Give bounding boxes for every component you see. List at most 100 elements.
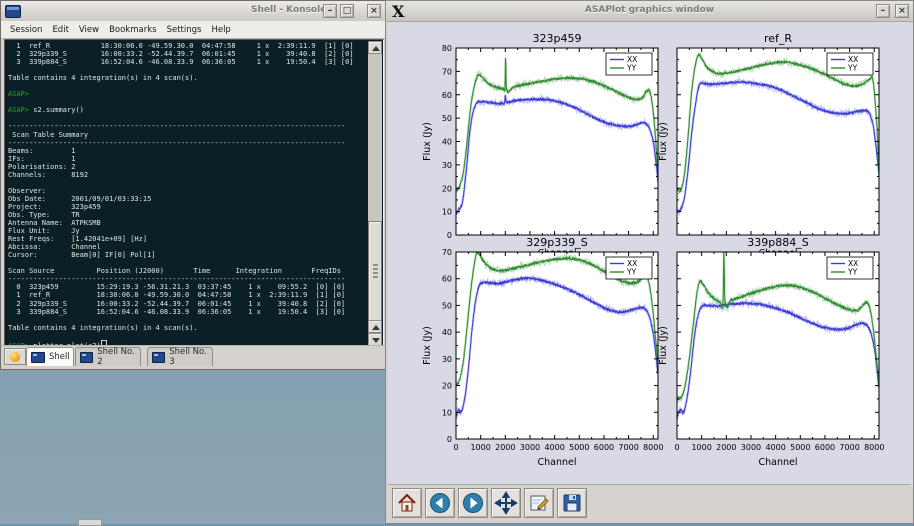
figure-canvas[interactable]: ChannelChannel01020304050607080323p459Fl… [388, 22, 913, 486]
terminal-line: ----------------------------------------… [8, 122, 367, 130]
asaplot-titlebar[interactable]: X ASAPlot graphics window – × [386, 1, 913, 22]
legend-label-yy: YY [847, 268, 858, 277]
y-tick-label: 60 [442, 275, 452, 284]
terminal-tab-icon [152, 352, 165, 363]
new-session-button[interactable] [4, 348, 26, 365]
axes-background [456, 252, 658, 439]
terminal-line [8, 98, 367, 106]
forward-icon [461, 491, 485, 515]
y-tick-label: 20 [442, 184, 452, 193]
y-tick-label: 10 [442, 408, 452, 417]
terminal-output: 1 ref_R 18:30:06.0 -49.59.30.0 04:47:58 … [8, 42, 367, 347]
x-tick-label: 5000 [569, 443, 589, 452]
figure-svg: ChannelChannel01020304050607080323p459Fl… [388, 22, 913, 486]
x-tick-label: 2000 [495, 443, 515, 452]
home-icon [395, 491, 419, 515]
back-button[interactable] [425, 488, 455, 518]
plot-toolbar [388, 484, 911, 521]
terminal-scrollbar[interactable] [368, 41, 382, 346]
x-tick-label: 4000 [544, 443, 564, 452]
y-tick-label: 0 [447, 231, 452, 240]
plot-close-button[interactable]: × [895, 4, 909, 18]
panel-peek [78, 519, 102, 526]
terminal-line: Flux Unit: Jy [8, 227, 367, 235]
save-icon [560, 491, 584, 515]
close-button[interactable]: × [367, 4, 381, 18]
tab-shell[interactable]: Shell [26, 347, 74, 366]
terminal-line: 1 ref_R 18:30:06.0 -49.59.30.0 04:47:58 … [8, 291, 367, 299]
legend: XXYY [606, 257, 652, 279]
subplot-323p459: 01020304050607080323p459Flux (Jy)XXYY [422, 32, 658, 240]
y-axis-label: Flux (Jy) [658, 122, 669, 161]
terminal-line [8, 259, 367, 267]
terminal-line: Scan Source Position (J2000) Time Integr… [8, 267, 367, 275]
y-tick-label: 70 [442, 67, 452, 76]
asaplot-title: ASAPlot graphics window [585, 5, 714, 15]
x-tick-label: 3000 [741, 443, 761, 452]
scrollbar-thumb[interactable] [368, 221, 382, 321]
chart-title: 323p459 [533, 32, 582, 45]
y-axis-label: Flux (Jy) [422, 326, 433, 365]
pan-icon [494, 491, 518, 515]
scroll-up-button[interactable] [368, 41, 382, 54]
terminal-line: Antenna Name: ATPKSMB [8, 219, 367, 227]
x-tick-label: 8000 [643, 443, 663, 452]
terminal-line: 2 329p339_S 16:00:33.2 -52.44.39.7 06:01… [8, 300, 367, 308]
save-button[interactable] [557, 488, 587, 518]
menu-item-view[interactable]: View [74, 23, 104, 37]
terminal-viewport[interactable]: 1 ref_R 18:30:06.0 -49.59.30.0 04:47:58 … [4, 39, 384, 348]
terminal-line [8, 66, 367, 74]
y-tick-label: 10 [442, 208, 452, 217]
maximize-button[interactable]: □ [340, 4, 354, 18]
scroll-up-button-2[interactable] [368, 320, 382, 333]
x-tick-label: 8000 [864, 443, 884, 452]
menu-item-help[interactable]: Help [206, 23, 235, 37]
konsole-app-icon [5, 5, 21, 18]
back-icon [428, 491, 452, 515]
menu-item-edit[interactable]: Edit [47, 23, 73, 37]
menu-item-settings[interactable]: Settings [162, 23, 207, 37]
terminal-line: 2 329p339_S 16:00:33.2 -52.44.39.7 06:01… [8, 50, 367, 58]
chart-title: 339p884_S [747, 236, 808, 249]
forward-button[interactable] [458, 488, 488, 518]
terminal-line: Table contains 4 integration(s) in 4 sca… [8, 324, 367, 332]
terminal-line: 3 339p884_S 16:52:04.6 -46.08.33.9 06:36… [8, 58, 367, 66]
x-axis-label: Channel [758, 457, 797, 468]
new-session-icon [10, 352, 20, 362]
terminal-line: ----------------------------------------… [8, 275, 367, 283]
configure-subplots-button[interactable] [524, 488, 554, 518]
terminal-line: Polarisations: 2 [8, 163, 367, 171]
terminal-line: ASAP> [8, 90, 367, 98]
y-tick-label: 40 [442, 138, 452, 147]
terminal-line [8, 332, 367, 340]
menu-item-session[interactable]: Session [5, 23, 47, 37]
terminal-line: Obs. Type: TR [8, 211, 367, 219]
home-button[interactable] [392, 488, 422, 518]
x-tick-label: 6000 [815, 443, 835, 452]
minimize-button[interactable]: – [323, 4, 337, 18]
y-tick-label: 60 [442, 91, 452, 100]
tab-shell-no-3[interactable]: Shell No. 3 [147, 347, 213, 366]
terminal-line [8, 179, 367, 187]
menu-item-bookmarks[interactable]: Bookmarks [104, 23, 162, 37]
terminal-line: 3 339p884_S 16:52:04.6 -46.08.33.9 06:36… [8, 308, 367, 316]
x-tick-label: 4000 [765, 443, 785, 452]
konsole-tabbar: ShellShell No. 2 Shell No. 3 [1, 345, 385, 367]
terminal-line: Cursor: Beam[0] IF[0] Pol[1] [8, 251, 367, 259]
y-tick-label: 20 [442, 382, 452, 391]
y-tick-label: 80 [442, 44, 452, 53]
x-tick-label: 6000 [594, 443, 614, 452]
terminal-line: ASAP> s2.summary() [8, 106, 367, 114]
konsole-titlebar[interactable]: Shell - Konsole – □ × [1, 1, 385, 22]
tab-label: Shell No. 3 [169, 347, 212, 367]
pan-button[interactable] [491, 488, 521, 518]
terminal-line: 1 ref_R 18:30:06.0 -49.59.30.0 04:47:58 … [8, 42, 367, 50]
asap-prompt: ASAP> [8, 90, 33, 98]
terminal-line [8, 82, 367, 90]
tab-shell-no-2[interactable]: Shell No. 2 [75, 347, 141, 366]
configure-subplots-icon [527, 491, 551, 515]
y-tick-label: 30 [442, 161, 452, 170]
y-tick-label: 70 [442, 248, 452, 257]
plot-minimize-button[interactable]: – [876, 4, 890, 18]
legend-label-yy: YY [847, 64, 858, 73]
